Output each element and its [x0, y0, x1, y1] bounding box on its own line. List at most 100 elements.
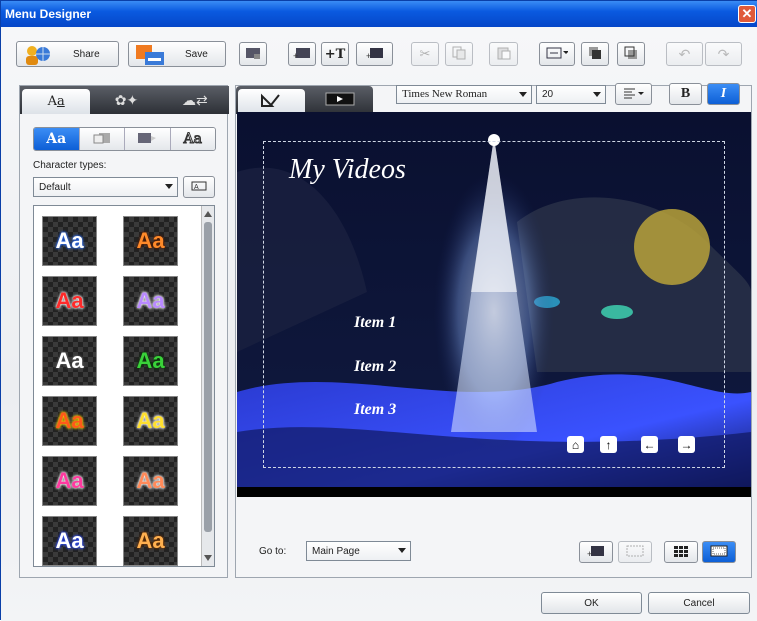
- save-button[interactable]: Save: [128, 41, 226, 67]
- film-play-icon: [325, 92, 355, 109]
- editor-tabs: [236, 86, 373, 114]
- segment-shadow[interactable]: [125, 128, 171, 150]
- svg-text:+: +: [587, 549, 592, 557]
- scroll-up-icon[interactable]: [204, 211, 212, 217]
- scroll-thumb[interactable]: [204, 222, 212, 532]
- motion-icon: ☁⇄: [181, 91, 208, 108]
- align-objects-button[interactable]: [539, 42, 575, 66]
- chevron-down-icon: [165, 184, 173, 189]
- close-button[interactable]: ✕: [738, 5, 756, 23]
- copy-button[interactable]: [445, 42, 473, 66]
- ok-button[interactable]: OK: [541, 592, 642, 614]
- border-shadow-icon: [93, 132, 111, 147]
- window-title: Menu Designer: [5, 7, 92, 21]
- cut-button[interactable]: ✂: [411, 42, 439, 66]
- grid-view-button[interactable]: [664, 541, 698, 563]
- paste-icon: [497, 46, 511, 63]
- text-style-preset[interactable]: Aa: [42, 456, 97, 506]
- send-backward-icon: [624, 46, 638, 63]
- home-nav-icon[interactable]: ⌂: [567, 436, 584, 453]
- delete-page-icon: [626, 545, 644, 560]
- goto-page-select[interactable]: Main Page: [306, 541, 411, 561]
- text-style-preset[interactable]: Aa: [123, 516, 178, 566]
- add-image-icon: +: [293, 46, 311, 63]
- paste-button[interactable]: [489, 42, 518, 66]
- font-family-select[interactable]: Times New Roman: [396, 85, 532, 104]
- title-safe-area-toggle[interactable]: [702, 541, 736, 563]
- goto-label: Go to:: [259, 546, 287, 557]
- font-size-select[interactable]: 20: [536, 85, 606, 104]
- scissors-icon: ✂: [419, 46, 431, 61]
- tab-motion[interactable]: ☁⇄: [161, 86, 229, 114]
- chevron-down-icon: [593, 92, 601, 97]
- add-page-icon: +: [587, 545, 605, 560]
- segment-font-style[interactable]: Aa: [34, 128, 80, 150]
- next-nav-icon[interactable]: →: [678, 436, 695, 453]
- text-style-preset[interactable]: Aa: [42, 216, 97, 266]
- delete-menu-page-button[interactable]: [618, 541, 652, 563]
- svg-text:A: A: [194, 184, 199, 191]
- text-style-gallery: Aa Aa Aa Aa Aa Aa Aa Aa Aa Aa Aa Aa: [33, 205, 215, 567]
- align-objects-icon: [546, 47, 569, 62]
- tab-text-style[interactable]: Aa: [22, 89, 91, 114]
- library-tabs: Aa ✿✦ ☁⇄: [20, 86, 229, 114]
- text-style-preset[interactable]: Aa: [123, 276, 178, 326]
- scroll-down-icon[interactable]: [204, 555, 212, 561]
- redo-button[interactable]: ↷: [705, 42, 742, 66]
- menu-item-2[interactable]: Item 2: [354, 358, 396, 376]
- bring-forward-icon: [588, 46, 602, 63]
- character-type-value: Default: [39, 182, 71, 193]
- add-text-button[interactable]: +T: [321, 42, 349, 66]
- text-style-preset[interactable]: Aa: [123, 396, 178, 446]
- font-family-value: Times New Roman: [402, 88, 488, 100]
- safe-area-icon: [710, 545, 728, 560]
- text-style-preset[interactable]: Aa: [42, 336, 97, 386]
- drop-shadow-icon: [137, 132, 157, 147]
- text-alignment-button[interactable]: [615, 83, 652, 105]
- chevron-down-icon: [519, 92, 527, 97]
- menu-preview-canvas[interactable]: My Videos Item 1 Item 2 Item 3 ⌂ ↑ ← →: [237, 112, 751, 497]
- bold-button[interactable]: B: [669, 83, 702, 105]
- segment-border[interactable]: [79, 128, 125, 150]
- text-style-preset[interactable]: Aa: [42, 276, 97, 326]
- send-backward-button[interactable]: [617, 42, 645, 66]
- undo-icon: ↶: [678, 45, 691, 62]
- character-type-select[interactable]: Default: [33, 177, 178, 197]
- text-style-preset[interactable]: Aa: [42, 516, 97, 566]
- svg-text:+: +: [293, 51, 298, 60]
- bring-forward-button[interactable]: [581, 42, 609, 66]
- align-left-icon: [623, 87, 645, 102]
- outline-text-icon: Aa: [183, 131, 202, 148]
- copy-icon: [452, 46, 466, 63]
- custom-character-type-button[interactable]: A: [183, 176, 215, 198]
- save-label: Save: [185, 49, 208, 60]
- tab-preview[interactable]: [307, 86, 374, 114]
- tab-effects[interactable]: ✿✦: [92, 86, 160, 114]
- menu-title-text[interactable]: My Videos: [289, 154, 406, 186]
- style-library-panel: Aa ✿✦ ☁⇄ Aa Aa Character types: Default …: [19, 85, 229, 578]
- text-style-preset[interactable]: Aa: [123, 456, 178, 506]
- cancel-button[interactable]: Cancel: [648, 592, 750, 614]
- menu-designer-window: Menu Designer ✕ Share Save + +T + ✂ ↶ ↷ …: [0, 0, 757, 621]
- edit-pen-icon: [260, 92, 282, 111]
- segment-outline[interactable]: Aa: [170, 128, 215, 150]
- gallery-scrollbar[interactable]: [201, 206, 214, 566]
- menu-item-3[interactable]: Item 3: [354, 401, 396, 419]
- text-style-preset[interactable]: Aa: [123, 336, 178, 386]
- background-button[interactable]: [239, 42, 267, 66]
- add-menu-page-button[interactable]: +: [579, 541, 613, 563]
- tab-edit[interactable]: [238, 89, 305, 114]
- add-image-button[interactable]: +: [288, 42, 316, 66]
- text-style-preset[interactable]: Aa: [123, 216, 178, 266]
- undo-button[interactable]: ↶: [666, 42, 703, 66]
- edit-character-icon: A: [191, 180, 207, 195]
- share-button[interactable]: Share: [16, 41, 119, 67]
- text-style-preset[interactable]: Aa: [42, 396, 97, 446]
- title-bar: Menu Designer ✕: [1, 1, 757, 27]
- menu-item-1[interactable]: Item 1: [354, 314, 396, 332]
- up-nav-icon[interactable]: ↑: [600, 436, 617, 453]
- add-menu-item-button[interactable]: +: [356, 42, 393, 66]
- previous-nav-icon[interactable]: ←: [641, 436, 658, 453]
- italic-button[interactable]: I: [707, 83, 740, 105]
- grid-icon: [673, 545, 689, 560]
